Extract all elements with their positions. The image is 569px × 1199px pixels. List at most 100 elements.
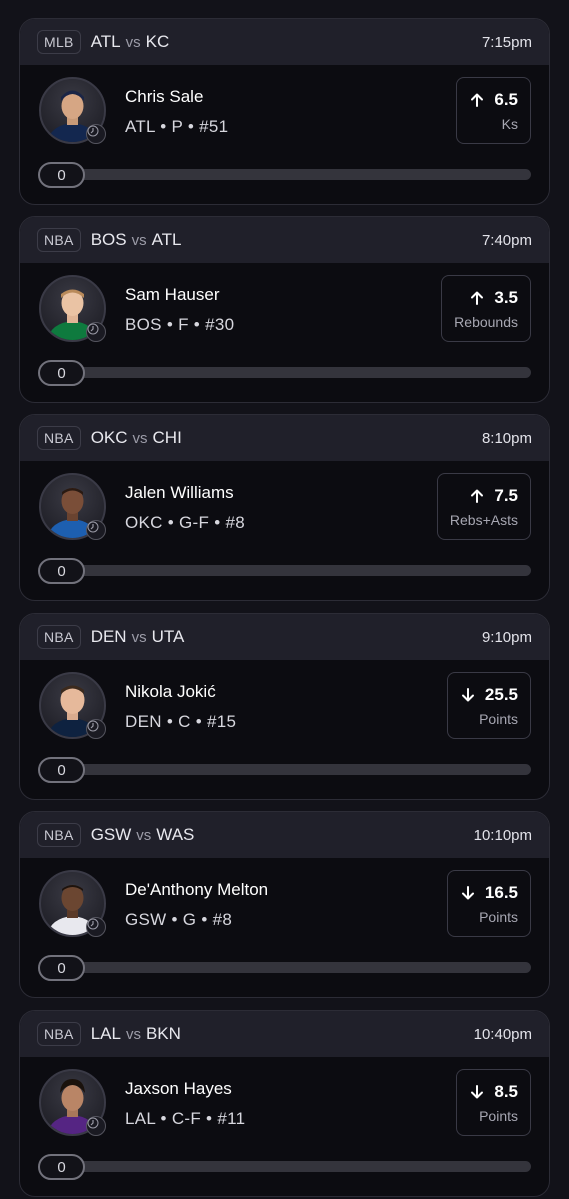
league-badge: NBA: [37, 426, 81, 450]
player-name: De'Anthony Melton: [125, 880, 269, 899]
progress-row: 0: [38, 162, 531, 188]
player-avatar[interactable]: [39, 275, 106, 342]
league-badge: NBA: [37, 1022, 81, 1046]
clock-icon: [86, 917, 106, 937]
home-team: LAL: [90, 1024, 121, 1043]
player-avatar[interactable]: [39, 77, 106, 144]
player-avatar[interactable]: [39, 672, 106, 739]
projection-stat: Rebounds: [454, 313, 518, 330]
matchup: GSW vs WAS: [91, 825, 195, 845]
card-body: Chris Sale ATL • P • #51 6.5 Ks 0: [20, 65, 549, 204]
player-name: Jaxson Hayes: [125, 1079, 232, 1098]
league-badge: MLB: [37, 30, 81, 54]
projection-value: 7.5: [494, 485, 518, 505]
progress-count: 0: [38, 955, 85, 981]
pick-card[interactable]: NBA OKC vs CHI 8:10pm Jalen Williams OKC…: [19, 414, 550, 601]
progress-row: 0: [38, 360, 531, 386]
progress-row: 0: [38, 757, 531, 783]
game-time: 7:40pm: [481, 231, 532, 249]
player-name: Sam Hauser: [125, 285, 220, 304]
arrow-down-icon: [460, 885, 476, 901]
progress-count: 0: [38, 360, 85, 386]
projection-stat: Points: [479, 908, 518, 925]
card-body: De'Anthony Melton GSW • G • #8 16.5 Poin…: [20, 858, 549, 997]
home-team: GSW: [90, 825, 132, 844]
projection-stat: Points: [479, 710, 518, 727]
player-name: Chris Sale: [125, 87, 204, 106]
clock-icon: [86, 520, 106, 540]
card-header: NBA DEN vs UTA 9:10pm: [20, 614, 549, 660]
card-header: NBA GSW vs WAS 10:10pm: [20, 812, 549, 858]
home-team: BOS: [90, 230, 127, 249]
pick-card[interactable]: NBA BOS vs ATL 7:40pm Sam Hauser BOS • F…: [19, 216, 550, 403]
pick-list: MLB ATL vs KC 7:15pm Chris Sale ATL • P …: [0, 0, 569, 1199]
player-meta: OKC • G-F • #8: [125, 513, 246, 532]
player-avatar[interactable]: [39, 870, 106, 937]
vs-label: vs: [125, 1026, 141, 1043]
arrow-up-icon: [469, 290, 485, 306]
home-team: ATL: [90, 32, 121, 51]
progress-bar: [48, 367, 531, 378]
player-meta: DEN • C • #15: [125, 712, 237, 731]
away-team: CHI: [152, 428, 182, 447]
progress-row: 0: [38, 558, 531, 584]
player-avatar[interactable]: [39, 1069, 106, 1136]
arrow-up-icon: [469, 488, 485, 504]
projection-value: 6.5: [494, 89, 518, 109]
away-team: WAS: [156, 825, 195, 844]
projection-box[interactable]: 8.5 Points: [456, 1069, 531, 1136]
player-avatar[interactable]: [39, 473, 106, 540]
projection-box[interactable]: 25.5 Points: [446, 672, 531, 739]
projection-stat: Ks: [501, 115, 518, 132]
clock-icon: [86, 719, 106, 739]
progress-count: 0: [38, 162, 85, 188]
arrow-up-icon: [469, 92, 485, 108]
projection-box[interactable]: 16.5 Points: [446, 870, 531, 937]
projection-value: 8.5: [494, 1081, 518, 1101]
clock-icon: [86, 124, 106, 144]
player-name: Jalen Williams: [125, 483, 234, 502]
arrow-down-icon: [469, 1084, 485, 1100]
pick-card[interactable]: NBA GSW vs WAS 10:10pm De'Anthony Melton…: [19, 811, 550, 998]
card-header: NBA BOS vs ATL 7:40pm: [20, 217, 549, 263]
player-meta: ATL • P • #51: [125, 117, 229, 136]
league-badge: NBA: [37, 228, 81, 252]
card-body: Jaxson Hayes LAL • C-F • #11 8.5 Points …: [20, 1057, 549, 1196]
progress-row: 0: [38, 955, 531, 981]
progress-bar: [48, 764, 531, 775]
projection-box[interactable]: 3.5 Rebounds: [441, 275, 531, 342]
progress-bar: [48, 1161, 531, 1172]
matchup: ATL vs KC: [91, 32, 170, 52]
vs-label: vs: [132, 430, 148, 447]
card-body: Nikola Jokić DEN • C • #15 25.5 Points 0: [20, 660, 549, 799]
clock-icon: [86, 1116, 106, 1136]
matchup: OKC vs CHI: [91, 428, 182, 448]
card-body: Jalen Williams OKC • G-F • #8 7.5 Rebs+A…: [20, 461, 549, 600]
projection-box[interactable]: 6.5 Ks: [456, 77, 531, 144]
away-team: UTA: [151, 627, 185, 646]
progress-bar: [48, 565, 531, 576]
vs-label: vs: [131, 232, 147, 249]
progress-count: 0: [38, 558, 85, 584]
projection-box[interactable]: 7.5 Rebs+Asts: [436, 473, 531, 540]
pick-card[interactable]: NBA DEN vs UTA 9:10pm Nikola Jokić DEN •…: [19, 613, 550, 800]
progress-bar: [48, 169, 531, 180]
player-meta: LAL • C-F • #11: [125, 1109, 246, 1128]
pick-card[interactable]: MLB ATL vs KC 7:15pm Chris Sale ATL • P …: [19, 18, 550, 205]
game-time: 8:10pm: [481, 429, 532, 447]
league-badge: NBA: [37, 625, 81, 649]
card-header: MLB ATL vs KC 7:15pm: [20, 19, 549, 65]
pick-card[interactable]: NBA LAL vs BKN 10:40pm Jaxson Hayes LAL …: [19, 1010, 550, 1197]
progress-count: 0: [38, 1154, 85, 1180]
game-time: 7:15pm: [481, 33, 532, 51]
player-name: Nikola Jokić: [125, 682, 216, 701]
away-team: BKN: [145, 1024, 181, 1043]
projection-value: 25.5: [484, 684, 518, 704]
card-header: NBA LAL vs BKN 10:40pm: [20, 1011, 549, 1057]
away-team: KC: [145, 32, 170, 51]
vs-label: vs: [125, 34, 141, 51]
projection-value: 16.5: [484, 882, 518, 902]
home-team: OKC: [90, 428, 128, 447]
vs-label: vs: [136, 827, 152, 844]
projection-value: 3.5: [494, 287, 518, 307]
